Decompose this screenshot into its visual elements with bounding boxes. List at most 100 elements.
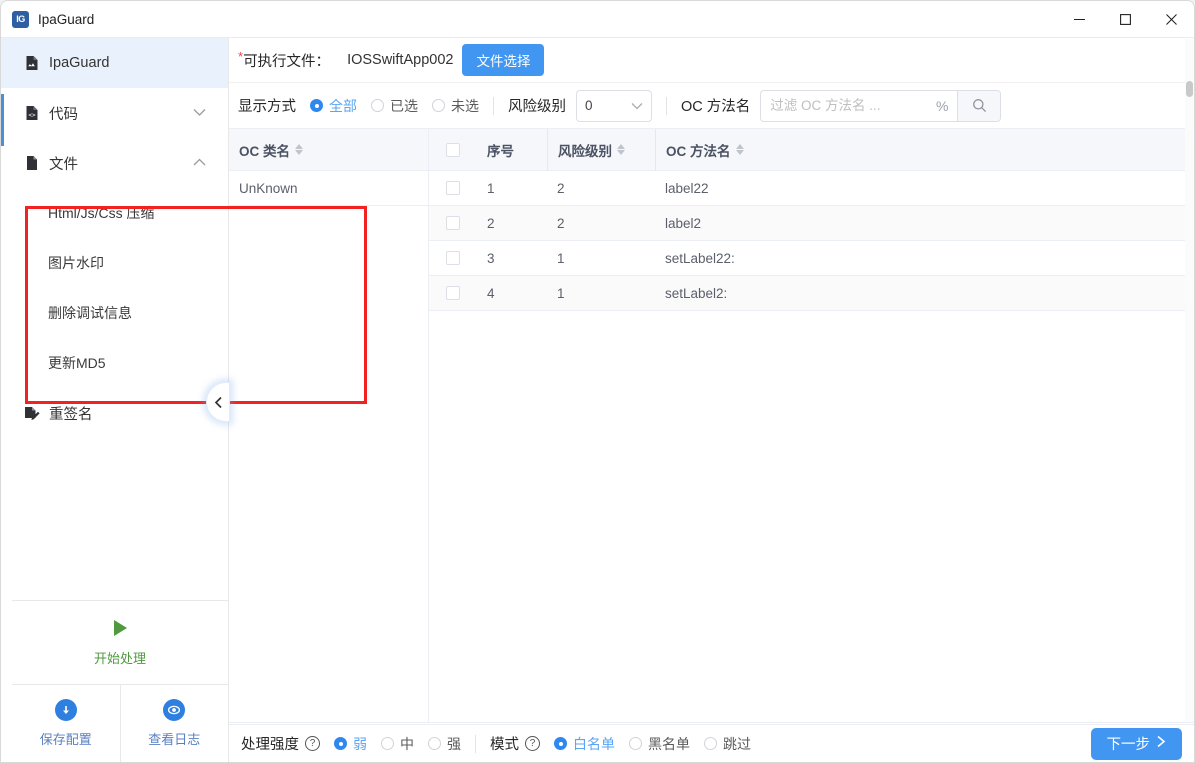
eye-circle-icon: [163, 699, 186, 721]
col-header-method[interactable]: OC 方法名: [655, 128, 1194, 171]
sidebar-subitem-label: 图片水印: [48, 255, 104, 271]
percent-icon[interactable]: %: [927, 91, 957, 121]
exec-file-value: IOSSwiftApp002: [347, 52, 454, 68]
sidebar-subitem-html-js-css[interactable]: Html/Js/Css 压缩: [1, 188, 228, 238]
next-step-button[interactable]: 下一步: [1090, 727, 1182, 760]
sort-icon[interactable]: [617, 144, 625, 155]
cell-checkbox[interactable]: [429, 276, 477, 311]
radio-strength-weak[interactable]: 弱: [334, 734, 367, 754]
cell-risk: 2: [557, 215, 565, 231]
cell-risk: 2: [557, 180, 565, 196]
row-checkbox[interactable]: [446, 286, 460, 300]
radio-display-unselected[interactable]: 未选: [432, 96, 479, 116]
help-icon[interactable]: ?: [305, 736, 320, 751]
close-button[interactable]: [1148, 1, 1194, 38]
col-header-oc-class[interactable]: OC 类名: [229, 129, 313, 171]
cell-checkbox[interactable]: [429, 241, 477, 276]
risk-level-label: 风险级别: [508, 99, 566, 115]
maximize-button[interactable]: [1102, 1, 1148, 38]
row-checkbox[interactable]: [446, 181, 460, 195]
sort-icon[interactable]: [295, 144, 304, 155]
start-process-button[interactable]: 开始处理: [12, 600, 228, 684]
method-table-header: 序号 风险级别 OC 方法名: [429, 128, 1194, 171]
display-mode-radio-group: 全部 已选 未选: [296, 96, 479, 116]
select-all-checkbox[interactable]: [446, 142, 460, 157]
help-icon[interactable]: ?: [525, 736, 540, 751]
row-checkbox[interactable]: [446, 251, 460, 265]
class-table-body: UnKnown: [229, 171, 428, 722]
view-log-label: 查看日志: [148, 732, 201, 747]
table-row[interactable]: 2 2 label2: [429, 206, 1194, 241]
sidebar-subitem-remove-debug-info[interactable]: 删除调试信息: [1, 288, 228, 338]
sidebar-item-code[interactable]: <> 代码: [1, 88, 228, 138]
chevron-right-icon: [1156, 735, 1166, 752]
radio-dot: [371, 99, 384, 112]
radio-mode-skip[interactable]: 跳过: [704, 734, 751, 754]
signature-icon: [23, 405, 40, 422]
table-row[interactable]: UnKnown: [229, 171, 428, 206]
sidebar-subitem-update-md5[interactable]: 更新MD5: [1, 338, 228, 388]
method-filter-input[interactable]: [761, 90, 928, 121]
row-checkbox[interactable]: [446, 216, 460, 230]
divider: [493, 96, 494, 115]
minimize-button[interactable]: [1056, 1, 1102, 38]
radio-display-all[interactable]: 全部: [310, 96, 357, 116]
col-header-select-all[interactable]: [429, 129, 477, 171]
radio-strength-strong[interactable]: 强: [428, 734, 461, 754]
exec-file-toolbar: *可执行文件： IOSSwiftApp002 文件选择: [229, 38, 1194, 83]
cell-seq: 4: [487, 285, 495, 301]
strength-label: 处理强度: [241, 737, 299, 753]
sort-icon[interactable]: [735, 144, 744, 155]
radio-label: 全部: [329, 97, 357, 114]
table-row[interactable]: 4 1 setLabel2:: [429, 276, 1194, 311]
sidebar-item-file[interactable]: 文件: [1, 138, 228, 188]
sidebar-item-label: IpaGuard: [49, 55, 110, 71]
radio-strength-medium[interactable]: 中: [381, 734, 414, 754]
save-config-button[interactable]: 保存配置: [12, 685, 120, 762]
chevron-down-icon[interactable]: [193, 105, 206, 121]
sidebar-item-label: 代码: [49, 106, 78, 123]
cell-method: label2: [665, 215, 702, 231]
sidebar-subitem-image-watermark[interactable]: 图片水印: [1, 238, 228, 288]
risk-level-select[interactable]: 0: [576, 89, 652, 122]
cell-checkbox[interactable]: [429, 171, 477, 206]
radio-dot: [554, 737, 567, 750]
radio-mode-blacklist[interactable]: 黑名单: [629, 734, 690, 754]
risk-level-value: 0: [585, 98, 593, 113]
radio-dot: [428, 737, 441, 750]
col-header-risk[interactable]: 风险级别: [547, 128, 655, 171]
radio-dot: [629, 737, 642, 750]
radio-dot: [310, 99, 323, 112]
view-log-button[interactable]: 查看日志: [119, 685, 229, 762]
class-table-header: OC 类名: [229, 129, 428, 171]
filter-toolbar: 显示方式 全部 已选 未选 风险级别 0 OC 方法名 过滤 OC 方法名 ..…: [229, 83, 1194, 128]
radio-mode-whitelist[interactable]: 白名单: [554, 734, 615, 754]
sidebar-item-resign[interactable]: 重签名: [1, 388, 228, 438]
cell-checkbox[interactable]: [429, 206, 477, 241]
cell-method: setLabel22:: [665, 250, 735, 266]
col-header-label: 风险级别: [558, 143, 612, 159]
title-bar: IG IpaGuard: [1, 1, 1194, 38]
sidebar-item-label: 文件: [49, 156, 78, 173]
col-header-label: OC 方法名: [666, 143, 731, 159]
table-row[interactable]: 3 1 setLabel22:: [429, 241, 1194, 276]
cell-seq: 3: [487, 250, 495, 266]
radio-dot: [381, 737, 394, 750]
file-select-button[interactable]: 文件选择: [462, 44, 545, 76]
search-icon[interactable]: [957, 90, 1001, 121]
footer-options-bar: 处理强度 ? 弱 中 强 模式 ? 白名单 黑名单 跳过 下一步: [229, 724, 1194, 762]
sidebar-item-ipaguard[interactable]: IpaGuard: [1, 38, 228, 88]
vertical-scrollbar-thumb[interactable]: [1186, 81, 1193, 97]
radio-label: 中: [400, 735, 414, 752]
table-row[interactable]: 1 2 label22: [429, 171, 1194, 206]
col-header-label: 序号: [487, 143, 514, 159]
method-filter-box: %: [760, 89, 1002, 122]
vertical-scrollbar-track[interactable]: [1185, 39, 1194, 722]
radio-dot: [432, 99, 445, 112]
save-config-label: 保存配置: [39, 732, 92, 747]
sidebar-menu: IpaGuard <> 代码 文件 Html/Js/Css 压缩 图片水印 删除…: [1, 38, 228, 599]
radio-display-selected[interactable]: 已选: [371, 96, 418, 116]
chevron-down-icon: [631, 98, 643, 113]
next-step-label: 下一步: [1106, 737, 1151, 753]
chevron-up-icon[interactable]: [193, 155, 206, 171]
